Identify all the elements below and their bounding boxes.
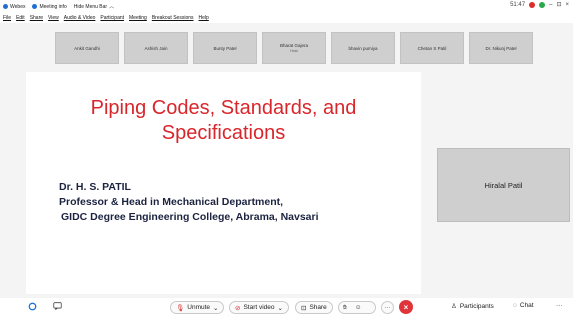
share-icon: ⊡ [301, 304, 307, 312]
captions-icon[interactable] [53, 302, 62, 310]
more-panels-button[interactable]: ··· [556, 302, 563, 309]
chat-panel-button[interactable]: ◌ Chat [513, 302, 534, 309]
hide-menu-bar-button[interactable]: Hide Menu Bar ︿ [73, 3, 115, 11]
author-institution: GIDC Degree Engineering College, Abrama,… [61, 211, 319, 223]
restore-button[interactable]: ⊡ [556, 1, 561, 8]
host-label: Host [290, 49, 298, 53]
webex-label: Webex [10, 3, 26, 10]
meeting-timer: 51:47 [510, 1, 526, 8]
menu-audio-video[interactable]: Audio & Video [64, 15, 96, 21]
participant-name: Bunty Patel [213, 45, 237, 51]
meeting-info-button[interactable]: Meeting info [32, 3, 67, 10]
more-options-button[interactable]: ··· [381, 301, 394, 314]
participant-tile[interactable]: Bunty Patel [193, 32, 257, 64]
slide-author-block: Dr. H. S. PATIL Professor & Head in Mech… [59, 180, 319, 225]
unmute-button[interactable]: 🎙︎ Unmute ⌄ [170, 301, 225, 314]
minimize-button[interactable]: – [549, 2, 552, 8]
shared-content-slide: Piping Codes, Standards, and Specificati… [26, 72, 421, 294]
menu-share[interactable]: Share [30, 15, 43, 21]
microphone-muted-icon: 🎙︎ [176, 304, 185, 312]
hide-menu-label: Hide Menu Bar [73, 3, 108, 10]
webex-meeting-window: Webex Meeting info Hide Menu Bar ︿ 51:47… [0, 0, 573, 316]
webex-menu[interactable]: Webex [3, 4, 25, 10]
raise-hand-icon: ✋︎ [343, 303, 347, 311]
share-button[interactable]: ⊡ Share [295, 301, 333, 314]
chat-bubble-icon: ◌ [513, 302, 517, 309]
webex-logo-icon [3, 4, 8, 9]
chevron-down-icon: ⌄ [213, 304, 219, 312]
info-icon [32, 4, 38, 9]
reactions-group[interactable]: ✋︎ ☺︎ [338, 301, 376, 314]
title-bar: Webex Meeting info Hide Menu Bar ︿ 51:47… [0, 0, 573, 13]
slide-title: Piping Codes, Standards, and Specificati… [26, 96, 421, 146]
menu-participant[interactable]: Participant [100, 15, 124, 21]
recording-icon [529, 1, 536, 8]
share-label: Share [309, 304, 327, 311]
participant-name: Ashish Jain [144, 45, 168, 51]
menu-breakout-sessions[interactable]: Breakout Sessions [152, 15, 194, 21]
ellipsis-icon: ··· [556, 302, 563, 309]
start-video-label: Start video [243, 304, 275, 311]
webex-assistant-icon[interactable] [28, 302, 37, 311]
menu-file[interactable]: File [3, 15, 11, 21]
participant-name: Dr. Nikunj Patel [485, 45, 517, 51]
participant-tile[interactable]: Chetan S Patil [400, 32, 464, 64]
participant-tile[interactable]: Bharat Gajera Host [262, 32, 326, 64]
participant-tile[interactable]: bhavin pumiya [331, 32, 395, 64]
menu-help[interactable]: Help [199, 15, 209, 21]
participant-tile[interactable]: Ankit Gandhi [55, 32, 119, 64]
participants-label: Participants [459, 302, 494, 310]
meeting-info-label: Meeting info [39, 3, 67, 10]
close-icon: × [403, 302, 409, 312]
participant-name: bhavin pumiya [348, 45, 378, 51]
slide-title-line-2: Specifications [161, 122, 286, 144]
author-position: Professor & Head in Mechanical Departmen… [59, 196, 284, 208]
connection-status-icon [539, 1, 546, 8]
start-video-button[interactable]: ⊘ Start video ⌄ [229, 301, 289, 314]
chat-label: Chat [519, 302, 534, 309]
unmute-label: Unmute [187, 304, 211, 311]
meeting-toolbar: 🎙︎ Unmute ⌄ ⊘ Start video ⌄ ⊡ Share ✋︎ ☺… [0, 298, 573, 316]
leave-meeting-button[interactable]: × [399, 300, 413, 314]
menu-bar: File Edit Share View Audio & Video Parti… [0, 13, 573, 23]
participant-name: Bharat Gajera [279, 43, 308, 48]
speaker-name: Hiralal Patil [484, 180, 523, 190]
author-name: Dr. H. S. PATIL [59, 181, 131, 193]
participant-tile[interactable]: Dr. Nikunj Patel [469, 32, 533, 64]
people-icon: ♙ [451, 303, 457, 310]
active-speaker-tile[interactable]: Hiralal Patil [437, 148, 570, 222]
menu-meeting[interactable]: Meeting [129, 15, 147, 21]
menu-view[interactable]: View [48, 15, 59, 21]
slide-title-line-1: Piping Codes, Standards, and [90, 97, 357, 119]
chevron-up-icon: ︿ [109, 4, 115, 10]
participant-name: Chetan S Patil [417, 45, 447, 51]
participant-tile[interactable]: Ashish Jain [124, 32, 188, 64]
close-button[interactable]: × [565, 2, 569, 8]
more-icon: ··· [384, 304, 391, 311]
participant-name: Ankit Gandhi [74, 45, 100, 51]
participants-panel-button[interactable]: ♙ Participants [451, 302, 494, 311]
video-off-icon: ⊘ [235, 304, 241, 312]
participant-strip: Ankit Gandhi Ashish Jain Bunty Patel Bha… [0, 23, 573, 71]
smiley-icon: ☺︎ [354, 304, 362, 311]
menu-edit[interactable]: Edit [16, 15, 25, 21]
chevron-down-icon: ⌄ [277, 304, 283, 312]
